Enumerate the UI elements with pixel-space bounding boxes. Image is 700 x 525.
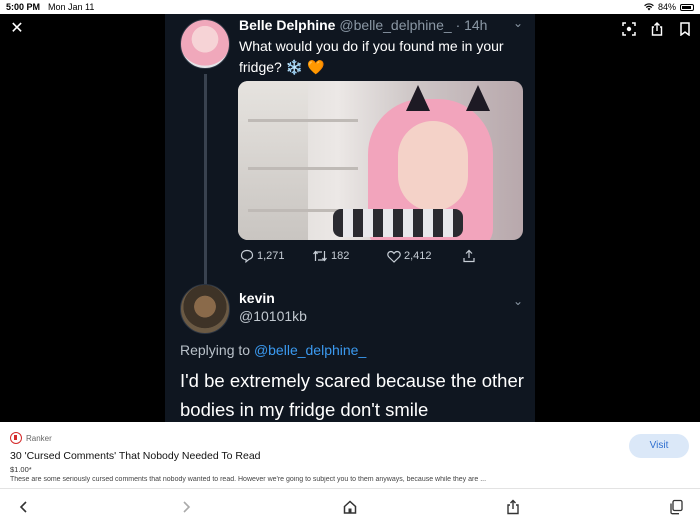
retweet-count: 182: [331, 250, 350, 262]
fridge-shelf: [248, 119, 358, 122]
share-action[interactable]: [462, 249, 476, 263]
fridge-wall: [238, 81, 308, 240]
fridge-shelf: [248, 167, 358, 170]
tweet-handle: @belle_delphine_: [339, 17, 452, 33]
thread-line: [204, 74, 207, 290]
share-icon: [463, 249, 475, 263]
reply-display-name: kevin: [239, 290, 275, 306]
chevron-down-icon: ⌄: [513, 294, 524, 308]
close-button[interactable]: ✕: [8, 20, 26, 38]
reply-text: I'd be extremely scared because the othe…: [180, 370, 524, 420]
status-time: 5:00 PM: [6, 2, 41, 12]
replying-prefix: Replying to: [180, 342, 254, 358]
cat-ear: [466, 85, 490, 111]
bookmark-icon[interactable]: [678, 22, 692, 37]
ad-price: $1.00*: [10, 465, 32, 474]
forward-icon[interactable]: [178, 499, 194, 515]
status-bar: 5:00 PM Mon Jan 11 84%: [0, 0, 700, 14]
ranker-logo-icon: [10, 432, 22, 444]
home-icon[interactable]: [342, 499, 358, 515]
ad-panel[interactable]: Ranker 30 'Cursed Comments' That Nobody …: [0, 422, 700, 488]
ad-source-name: Ranker: [26, 433, 52, 443]
status-right: 84%: [644, 2, 694, 12]
chevron-down-icon: ⌄: [513, 16, 524, 30]
ad-description: These are some seriously cursed comments…: [10, 476, 487, 483]
replying-to: Replying to @belle_delphine_: [180, 342, 366, 358]
reply-count: 1,271: [257, 250, 285, 262]
visit-button[interactable]: Visit: [629, 434, 689, 458]
ad-title[interactable]: 30 'Cursed Comments' That Nobody Needed …: [10, 450, 261, 462]
retweet-icon: [313, 250, 327, 262]
reply-handle: @10101kb: [239, 308, 307, 324]
photo-face: [398, 121, 468, 211]
tweet-text: What would you do if you found me in you…: [239, 38, 504, 75]
tweet-photo: [238, 81, 523, 240]
photo-sleeve: [333, 209, 463, 237]
share-icon[interactable]: [650, 22, 664, 36]
wifi-icon: [644, 3, 654, 11]
tweet-screenshot: Belle Delphine @belle_delphine_ · 14h ⌄ …: [165, 14, 535, 422]
comment-icon: [240, 249, 254, 263]
tabs-icon[interactable]: [668, 499, 684, 515]
screen: 5:00 PM Mon Jan 11 84% ✕ Belle Delphine …: [0, 0, 700, 525]
like-count: 2,412: [404, 250, 432, 262]
ad-source: Ranker: [10, 432, 52, 444]
lens-search-icon[interactable]: [622, 22, 636, 36]
tweet-actions: 1,271 182 2,412: [240, 249, 476, 263]
reply-action[interactable]: 1,271: [240, 249, 312, 263]
tweet-time: · 14h: [455, 17, 488, 33]
retweet-action[interactable]: 182: [312, 249, 387, 263]
avatar: [180, 284, 230, 334]
heart-icon: [387, 250, 401, 263]
status-date: Mon Jan 11: [48, 2, 95, 12]
tweet-header: Belle Delphine @belle_delphine_ · 14h: [239, 17, 487, 33]
like-action[interactable]: 2,412: [387, 249, 462, 263]
viewer-toolbar: [622, 22, 692, 37]
tweet-display-name: Belle Delphine: [239, 17, 336, 33]
back-icon[interactable]: [16, 499, 32, 515]
replying-mention: @belle_delphine_: [253, 342, 367, 358]
bottom-toolbar: [0, 488, 700, 525]
battery-icon: [680, 3, 694, 11]
battery-percent: 84%: [657, 2, 676, 12]
avatar: [180, 19, 230, 69]
cat-ear: [406, 85, 430, 111]
share-icon[interactable]: [505, 499, 521, 515]
